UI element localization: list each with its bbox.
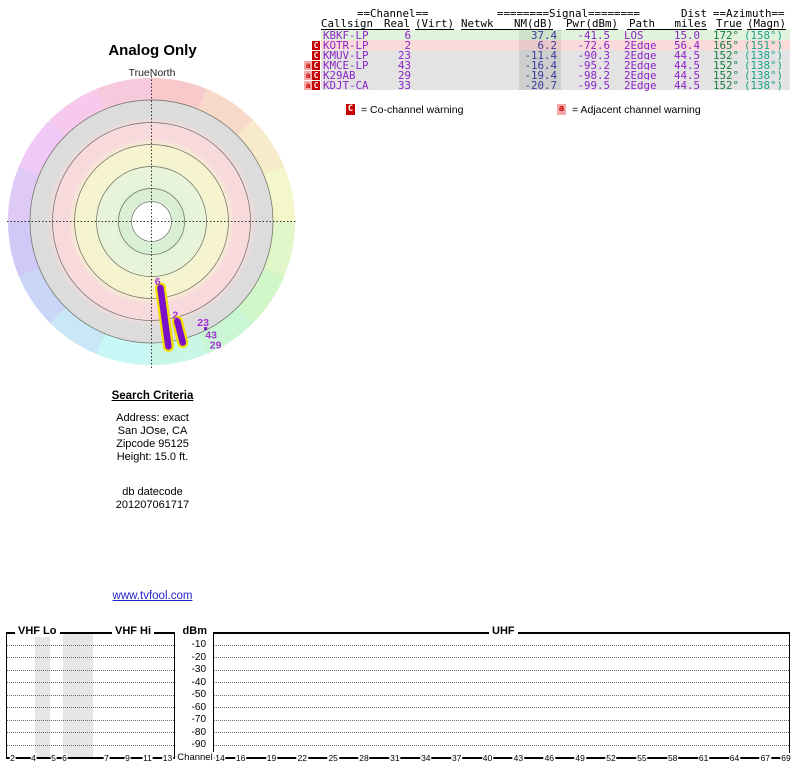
- channel-tick-label: 9: [124, 753, 131, 763]
- channel-tick-label: 40: [482, 753, 493, 763]
- y-tick-label: -20: [180, 652, 206, 663]
- uhf-label: UHF: [489, 625, 518, 637]
- gridline: [214, 695, 789, 696]
- gridline: [7, 645, 174, 646]
- gridline: [214, 682, 789, 683]
- gridline: [214, 670, 789, 671]
- channel-tick-label: 7: [103, 753, 110, 763]
- gridline: [7, 732, 174, 733]
- channel-tick-label: 55: [636, 753, 647, 763]
- gridline: [7, 720, 174, 721]
- channel-tick-label: 49: [574, 753, 585, 763]
- gridline: [7, 657, 174, 658]
- y-tick-label: -90: [180, 739, 206, 750]
- channel-tick-label: 13: [162, 753, 173, 763]
- channel-tick-label: 52: [605, 753, 616, 763]
- channel-tick-label: 25: [327, 753, 338, 763]
- gridline: [214, 645, 789, 646]
- y-tick-label: -60: [180, 702, 206, 713]
- channel-tick-label: 61: [698, 753, 709, 763]
- gridline: [214, 720, 789, 721]
- gridline: [7, 745, 174, 746]
- channel-tick-label: 19: [266, 753, 277, 763]
- y-tick-label: -50: [180, 689, 206, 700]
- gridline: [7, 707, 174, 708]
- vhf-lo-label: VHF Lo: [15, 625, 60, 637]
- tvfool-report: Analog Only TrueNorth N 62234329 ==Chann…: [0, 0, 800, 768]
- channel-tick-label: 58: [667, 753, 678, 763]
- channel-tick-label: 22: [297, 753, 308, 763]
- channel-tick-label: 4: [30, 753, 37, 763]
- gridline: [214, 707, 789, 708]
- channel-tick-label: 46: [544, 753, 555, 763]
- channel-tick-label: 37: [451, 753, 462, 763]
- channel-tick-label: 31: [389, 753, 400, 763]
- channel-tick-label: 69: [780, 753, 791, 763]
- y-tick-label: -30: [180, 664, 206, 675]
- gridline: [7, 670, 174, 671]
- channel-tick-label: 34: [420, 753, 431, 763]
- x-axis-title: Channel: [176, 752, 214, 763]
- signal-band-chart: -10-20-30-40-50-60-70-80-902456791113141…: [0, 0, 800, 768]
- gridline: [7, 695, 174, 696]
- channel-tick-label: 43: [513, 753, 524, 763]
- gridline: [214, 657, 789, 658]
- channel-tick-label: 28: [358, 753, 369, 763]
- channel-tick-label: 2: [9, 753, 16, 763]
- y-tick-label: -10: [180, 639, 206, 650]
- y-tick-label: -80: [180, 727, 206, 738]
- channel-tick-label: 14: [214, 753, 225, 763]
- channel-tick-label: 64: [729, 753, 740, 763]
- gridline: [214, 732, 789, 733]
- channel-tick-label: 16: [235, 753, 246, 763]
- y-axis-title: dBm: [180, 625, 207, 637]
- y-tick-label: -40: [180, 677, 206, 688]
- channel-tick-label: 5: [50, 753, 57, 763]
- channel-tick-label: 6: [61, 753, 68, 763]
- channel-tick-label: 11: [142, 753, 153, 763]
- y-tick-label: -70: [180, 714, 206, 725]
- gridline: [214, 745, 789, 746]
- vhf-hi-label: VHF Hi: [112, 625, 154, 637]
- channel-tick-label: 67: [760, 753, 771, 763]
- gridline: [7, 682, 174, 683]
